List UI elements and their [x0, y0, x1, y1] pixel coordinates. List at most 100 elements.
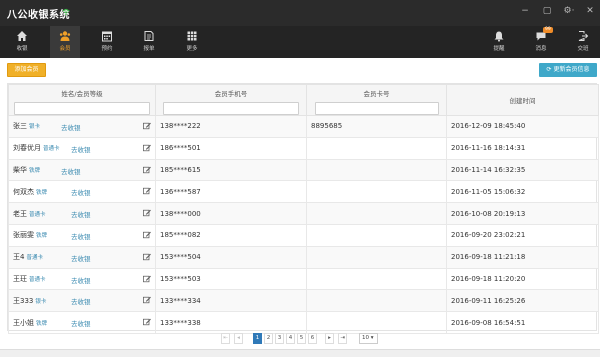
go-cashier-link[interactable]: 去收银 [71, 275, 91, 285]
report-icon [144, 31, 154, 41]
edit-icon[interactable] [143, 296, 151, 304]
header-name-label: 姓名/会员等级 [61, 90, 103, 98]
edit-icon[interactable] [143, 122, 151, 130]
edit-icon[interactable] [143, 166, 151, 174]
close-button[interactable]: ✕ [584, 6, 596, 16]
edit-icon[interactable] [143, 253, 151, 261]
nav-item-cashier[interactable]: 收银 [7, 26, 37, 58]
member-name: 王小姐 [13, 318, 34, 327]
go-cashier-link[interactable]: 去收银 [61, 166, 81, 176]
cell-created: 2016-09-20 23:02:21 [446, 223, 599, 247]
nav-item-report[interactable]: 报单 [134, 26, 164, 58]
table-row[interactable]: 王小姐 铁牌 去收银 133****338 2016-09-08 16:54:51 [8, 311, 599, 334]
calendar-icon [102, 31, 112, 42]
table-row[interactable]: 老王 普通卡 去收银 138****000 2016-10-08 20:19:13 [8, 202, 599, 225]
member-level: 普通卡 [26, 255, 43, 262]
member-name: 王333 [13, 296, 34, 305]
member-name: 何双杰 [13, 187, 34, 196]
go-cashier-link[interactable]: 去收银 [71, 209, 91, 219]
header-created-label: 创建时间 [509, 97, 536, 105]
cell-created: 2016-09-08 16:54:51 [446, 311, 599, 334]
table-header-row: 姓名/会员等级 会员手机号 会员卡号 创建时间 [8, 84, 599, 116]
cell-phone: 133****334 [155, 289, 307, 313]
cell-created: 2016-11-16 18:14:31 [446, 136, 599, 160]
go-cashier-link[interactable]: 去收银 [71, 187, 91, 197]
card-filter-input[interactable] [314, 102, 439, 115]
page-2-button[interactable]: 2 [264, 333, 273, 344]
table-row[interactable]: 张丽雯 铁牌 去收银 185****082 2016-09-20 23:02:21 [8, 223, 599, 247]
header-phone-label: 会员手机号 [214, 90, 248, 98]
table-row[interactable]: 张三 银卡 去收银 138****222 8895685 2016-12-09 18:45… [8, 115, 599, 138]
page-3-button[interactable]: 3 [275, 333, 284, 344]
go-cashier-link[interactable]: 去收银 [71, 253, 91, 263]
edit-icon[interactable] [143, 209, 151, 217]
table-row[interactable]: 王333 银卡 去收银 133****334 2016-09-11 16:25:26 [8, 289, 599, 313]
member-name: 刘春优月 [13, 144, 41, 153]
add-member-button[interactable]: 添加会员 [7, 63, 46, 77]
status-strip [0, 349, 600, 357]
cell-name: 张三 银卡 去收银 [8, 115, 156, 138]
cell-created: 2016-09-18 11:21:18 [446, 245, 599, 269]
go-cashier-link[interactable]: 去收银 [71, 318, 91, 328]
table-row[interactable]: 刘春优月 普通卡 去收银 186****501 2016-11-16 18:14:31 [8, 136, 599, 160]
nav-item-messages[interactable]: 99 消息 [526, 26, 556, 58]
minimize-button[interactable]: − [519, 6, 531, 16]
go-cashier-link[interactable]: 去收银 [71, 144, 91, 154]
cell-created: 2016-11-14 16:32:35 [446, 158, 599, 182]
cell-phone: 185****082 [155, 223, 307, 247]
cell-card [306, 202, 447, 225]
edit-icon[interactable] [143, 231, 151, 239]
cell-phone: 136****587 [155, 180, 307, 204]
cell-name: 刘春优月 普通卡 去收银 [8, 136, 156, 160]
nav-item-more[interactable]: 更多 [177, 26, 207, 58]
phone-filter-input[interactable] [163, 102, 299, 115]
cell-card: 8895685 [306, 115, 447, 138]
cell-card [306, 158, 447, 182]
page-4-button[interactable]: 4 [286, 333, 295, 344]
first-page-button[interactable]: ⇤ [221, 333, 230, 344]
nav-item-booking[interactable]: 预约 [92, 26, 122, 58]
page-5-button[interactable]: 5 [297, 333, 306, 344]
header-card-label: 会员卡号 [363, 90, 390, 98]
maximize-button[interactable]: ▢ [541, 6, 553, 16]
prev-page-button[interactable]: ◂ [234, 333, 243, 344]
edit-icon[interactable] [143, 275, 151, 283]
nav-label-report: 报单 [143, 46, 155, 52]
member-name: 张三 [13, 122, 27, 131]
settings-button[interactable]: ⚙· [562, 6, 576, 16]
go-cashier-link[interactable]: 去收银 [71, 296, 91, 306]
nav-label-messages: 消息 [535, 46, 547, 52]
nav-item-handover[interactable]: 交班 [568, 26, 598, 58]
header-created: 创建时间 [446, 84, 599, 116]
table-row[interactable]: 何双杰 铁牌 去收银 136****587 2016-11-05 15:06:32 [8, 180, 599, 204]
wifi-icon [62, 9, 70, 16]
cell-created: 2016-11-05 15:06:32 [446, 180, 599, 204]
page-1-button[interactable]: 1 [253, 333, 262, 344]
refresh-members-button[interactable]: ⟳ 更新会员信息 [539, 63, 597, 77]
table-row[interactable]: 王玨 普通卡 去收银 153****503 2016-09-18 11:20:20 [8, 267, 599, 291]
last-page-button[interactable]: ⇥ [338, 333, 347, 344]
member-level: 普通卡 [29, 276, 46, 283]
nav-item-members[interactable]: 会员 [50, 26, 80, 58]
member-level: 普通卡 [43, 146, 60, 153]
page-6-button[interactable]: 6 [308, 333, 317, 344]
edit-icon[interactable] [143, 144, 151, 152]
page-size-select[interactable]: 10 ▾ [359, 333, 378, 344]
table-row[interactable]: 王4 普通卡 去收银 153****504 2016-09-18 11:21:18 [8, 245, 599, 269]
table-row[interactable]: 柴华 铁牌 去收银 185****615 2016-11-14 16:32:35 [8, 158, 599, 182]
member-name: 王玨 [13, 274, 27, 283]
next-page-button[interactable]: ▸ [325, 333, 334, 344]
cell-created: 2016-12-09 18:45:40 [446, 115, 599, 138]
member-level: 铁牌 [36, 320, 48, 327]
cell-card [306, 311, 447, 334]
edit-icon[interactable] [143, 318, 151, 326]
cell-created: 2016-10-08 20:19:13 [446, 202, 599, 225]
cell-name: 王玨 普通卡 去收银 [8, 267, 156, 291]
nav-item-reminders[interactable]: 提醒 [484, 26, 514, 58]
cell-name: 柴华 铁牌 去收银 [8, 158, 156, 182]
member-name: 柴华 [13, 165, 27, 174]
name-filter-input[interactable] [14, 102, 150, 115]
edit-icon[interactable] [143, 187, 151, 195]
go-cashier-link[interactable]: 去收银 [61, 122, 81, 132]
go-cashier-link[interactable]: 去收银 [71, 231, 91, 241]
